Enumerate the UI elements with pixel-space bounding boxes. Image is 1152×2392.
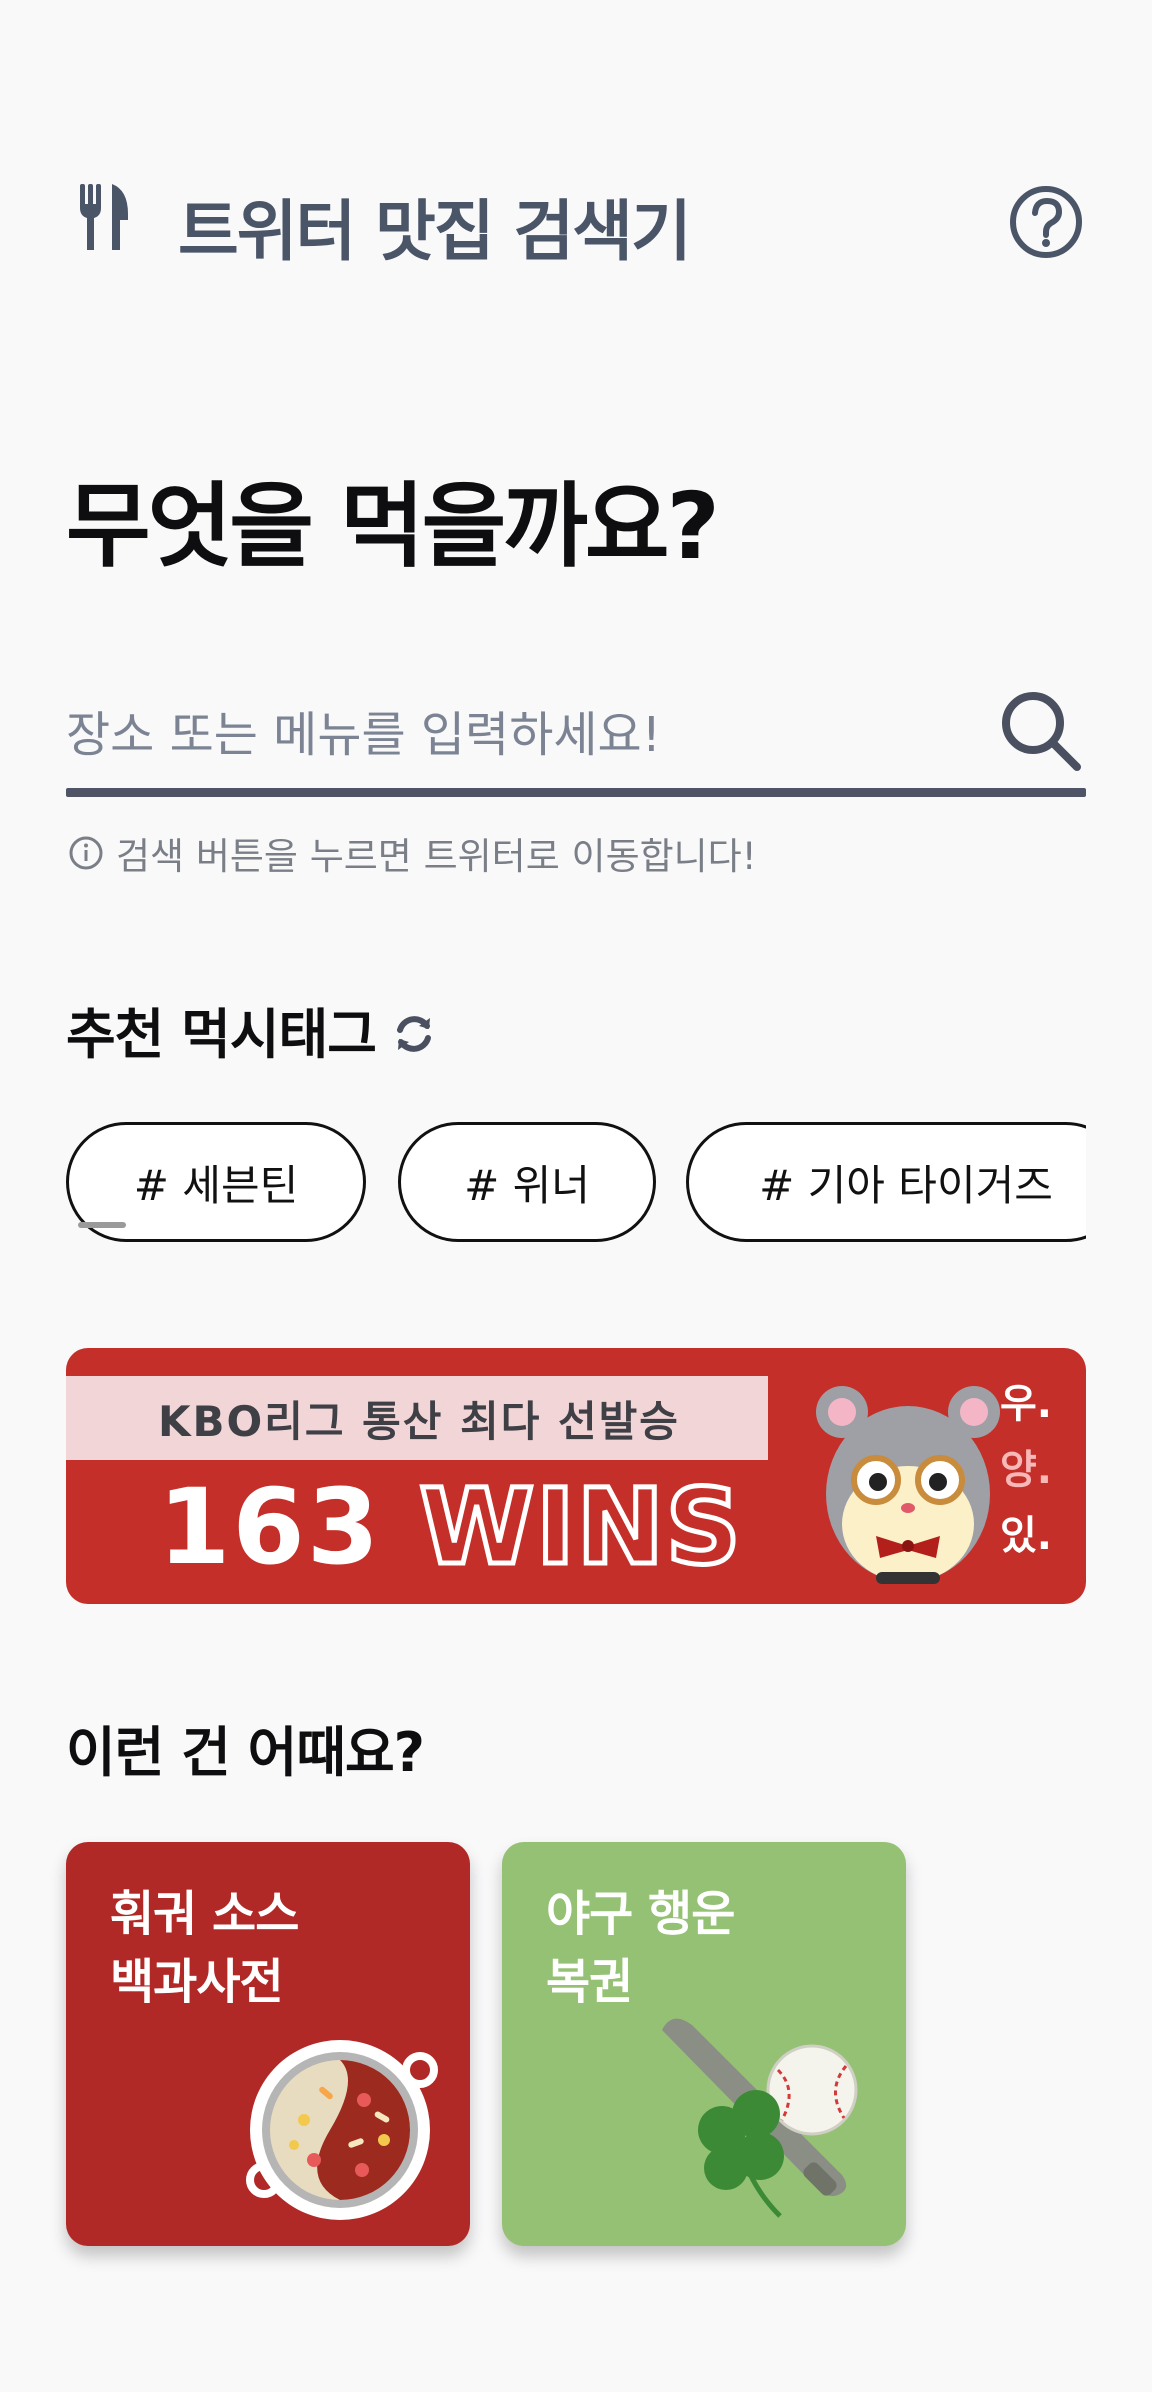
banner-word: WINS — [417, 1464, 743, 1591]
hamster-mascot-icon — [816, 1386, 1000, 1584]
recommended-header: 추천 먹시태그 — [66, 990, 438, 1069]
search-icon — [1002, 692, 1081, 771]
suggestions-title: 이런 건 어때요? — [66, 1721, 425, 1784]
help-circle-icon[interactable] — [1008, 184, 1084, 260]
app-screen: 트위터 맛집 검색기 무엇을 먹을까요? 검색 버튼을 누르면 트위터로 이동합… — [0, 0, 1152, 2392]
promo-banner[interactable]: KBO리그 통산 최다 선발승 163 WINS 우. 양. 있. — [66, 1348, 1086, 1604]
card-title: 훠궈 소스 백과사전 — [110, 1886, 299, 2010]
search-hint-text: 검색 버튼을 누르면 트위터로 이동합니다! — [116, 835, 757, 878]
card-title: 야구 행운 복권 — [546, 1886, 735, 2010]
tag-scroll-indicator — [78, 1222, 126, 1228]
tag-chip[interactable]: # 위너 — [398, 1122, 656, 1242]
suggestion-card-hotpot[interactable]: 훠궈 소스 백과사전 — [66, 1842, 470, 2246]
banner-vertical-line: 있. — [1000, 1513, 1052, 1559]
search-input[interactable] — [66, 680, 986, 780]
suggestion-card-baseball[interactable]: 야구 행운 복권 — [502, 1842, 906, 2246]
search-underline — [66, 788, 1086, 797]
refresh-icon[interactable] — [390, 1010, 438, 1058]
app-header: 트위터 맛집 검색기 — [68, 176, 1084, 276]
info-icon — [69, 836, 103, 870]
banner-vertical-line: 우. — [1000, 1381, 1052, 1427]
search-box — [66, 680, 1086, 800]
tag-list: # 세븐틴 # 위너 # 기아 타이거즈 — [66, 1122, 1086, 1244]
clover-baseball-icon — [662, 2018, 858, 2218]
banner-number: 163 — [158, 1466, 382, 1588]
hotpot-icon — [246, 2040, 438, 2220]
search-button[interactable] — [994, 684, 1086, 776]
recommended-title: 추천 먹시태그 — [66, 1003, 377, 1066]
banner-vertical-line: 양. — [1000, 1447, 1052, 1493]
page-title: 무엇을 먹을까요? — [66, 473, 720, 580]
fork-knife-icon — [80, 184, 128, 250]
banner-headline: 163 WINS — [158, 1464, 743, 1591]
search-hint: 검색 버튼을 누르면 트위터로 이동합니다! — [68, 826, 757, 880]
app-title: 트위터 맛집 검색기 — [178, 193, 692, 270]
tag-chip[interactable]: # 기아 타이거즈 — [686, 1122, 1086, 1242]
banner-vertical-text: 우. 양. 있. — [1000, 1376, 1052, 1564]
banner-ribbon-text: KBO리그 통산 최다 선발승 — [66, 1376, 768, 1460]
